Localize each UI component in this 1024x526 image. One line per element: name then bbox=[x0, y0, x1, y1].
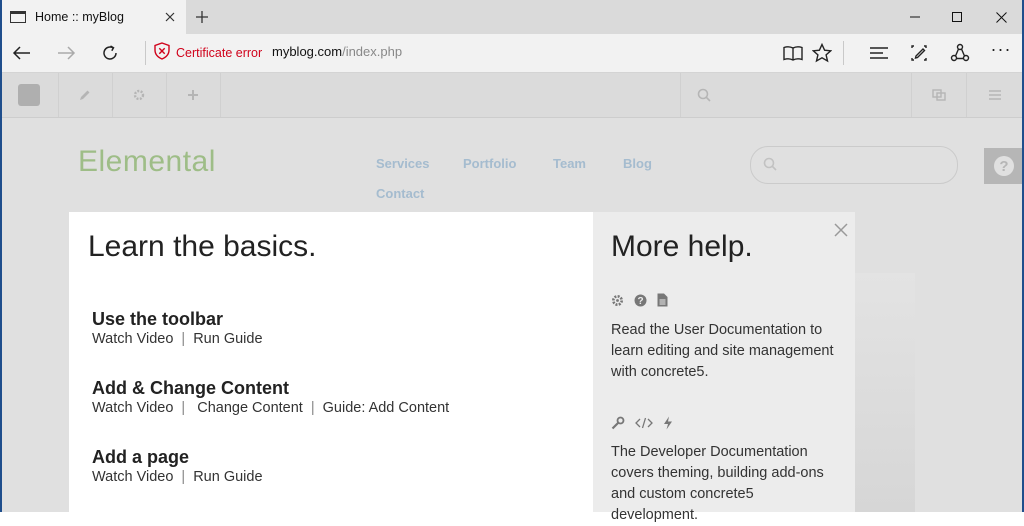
guide-links-content: Watch Video | Change Content | Guide: Add C… bbox=[92, 400, 450, 416]
certificate-error-indicator[interactable]: Certificate error bbox=[154, 41, 263, 65]
hub-icon[interactable] bbox=[864, 38, 894, 68]
watch-video-link[interactable]: Watch Video bbox=[92, 469, 173, 485]
change-content-link[interactable]: Change Content bbox=[197, 400, 303, 416]
shield-x-icon bbox=[154, 41, 170, 65]
help-modal: Learn the basics. Use the toolbar Watch … bbox=[69, 212, 855, 523]
watch-video-link[interactable]: Watch Video bbox=[92, 400, 173, 416]
maximize-icon[interactable] bbox=[934, 0, 980, 34]
address-bar: Certificate error myblog.com/index.php ·… bbox=[0, 34, 1024, 73]
close-icon[interactable] bbox=[831, 220, 851, 240]
basics-heading: Learn the basics. bbox=[88, 230, 317, 263]
favorite-star-icon[interactable] bbox=[807, 38, 837, 68]
dev-doc-text: The Developer Documentation covers themi… bbox=[611, 444, 824, 523]
more-help-panel: More help. ? Read the User Documentation… bbox=[593, 212, 855, 523]
share-icon[interactable] bbox=[945, 38, 975, 68]
more-dots-icon[interactable]: ··· bbox=[986, 38, 1016, 68]
more-help-heading: More help. bbox=[611, 230, 753, 263]
guide-links-toolbar: Watch Video | Run Guide bbox=[92, 331, 263, 347]
url-host: myblog.com bbox=[272, 44, 343, 59]
url-field[interactable]: myblog.com/index.php bbox=[272, 44, 402, 59]
page-favicon-icon bbox=[10, 11, 26, 23]
document-icon bbox=[657, 293, 668, 307]
address-separator bbox=[145, 41, 146, 65]
window-close-icon[interactable] bbox=[978, 0, 1024, 34]
refresh-icon[interactable] bbox=[94, 38, 126, 68]
code-icon bbox=[635, 417, 653, 429]
guide-title-content: Add & Change Content bbox=[92, 378, 289, 398]
dev-doc-icons bbox=[611, 416, 673, 430]
watch-video-link[interactable]: Watch Video bbox=[92, 331, 173, 347]
minimize-icon[interactable] bbox=[892, 0, 938, 34]
run-guide-link[interactable]: Run Guide bbox=[193, 469, 262, 485]
user-doc-icons: ? bbox=[611, 293, 668, 307]
wrench-icon bbox=[611, 416, 625, 430]
certificate-error-label: Certificate error bbox=[176, 46, 263, 60]
gear-icon bbox=[612, 294, 623, 306]
guide-links-page: Watch Video | Run Guide bbox=[92, 469, 263, 485]
question-icon: ? bbox=[634, 294, 647, 307]
user-doc-text: Read the User Documentation to learn edi… bbox=[611, 322, 834, 380]
window-border-left bbox=[0, 0, 2, 512]
url-path: /index.php bbox=[342, 44, 403, 59]
tab-close-icon[interactable] bbox=[160, 7, 180, 27]
run-guide-link[interactable]: Run Guide bbox=[193, 331, 262, 347]
reading-view-icon[interactable] bbox=[778, 38, 808, 68]
guide-title-toolbar: Use the toolbar bbox=[92, 309, 224, 329]
guide-title-page: Add a page bbox=[92, 447, 190, 467]
svg-text:?: ? bbox=[637, 296, 643, 307]
tab-title: Home :: myBlog bbox=[35, 10, 124, 24]
toolbar-separator bbox=[843, 41, 844, 65]
new-tab-icon[interactable] bbox=[190, 5, 214, 29]
tab-home-myblog[interactable]: Home :: myBlog bbox=[2, 0, 186, 34]
back-arrow-icon[interactable] bbox=[6, 38, 38, 68]
web-note-icon[interactable] bbox=[904, 38, 934, 68]
basics-panel: Learn the basics. Use the toolbar Watch … bbox=[69, 212, 593, 512]
background-image-strip bbox=[855, 273, 915, 512]
forward-arrow-icon[interactable] bbox=[50, 38, 82, 68]
tab-strip: Home :: myBlog bbox=[0, 0, 1024, 34]
lightning-icon bbox=[664, 416, 672, 430]
add-content-guide-link[interactable]: Guide: Add Content bbox=[323, 400, 450, 416]
